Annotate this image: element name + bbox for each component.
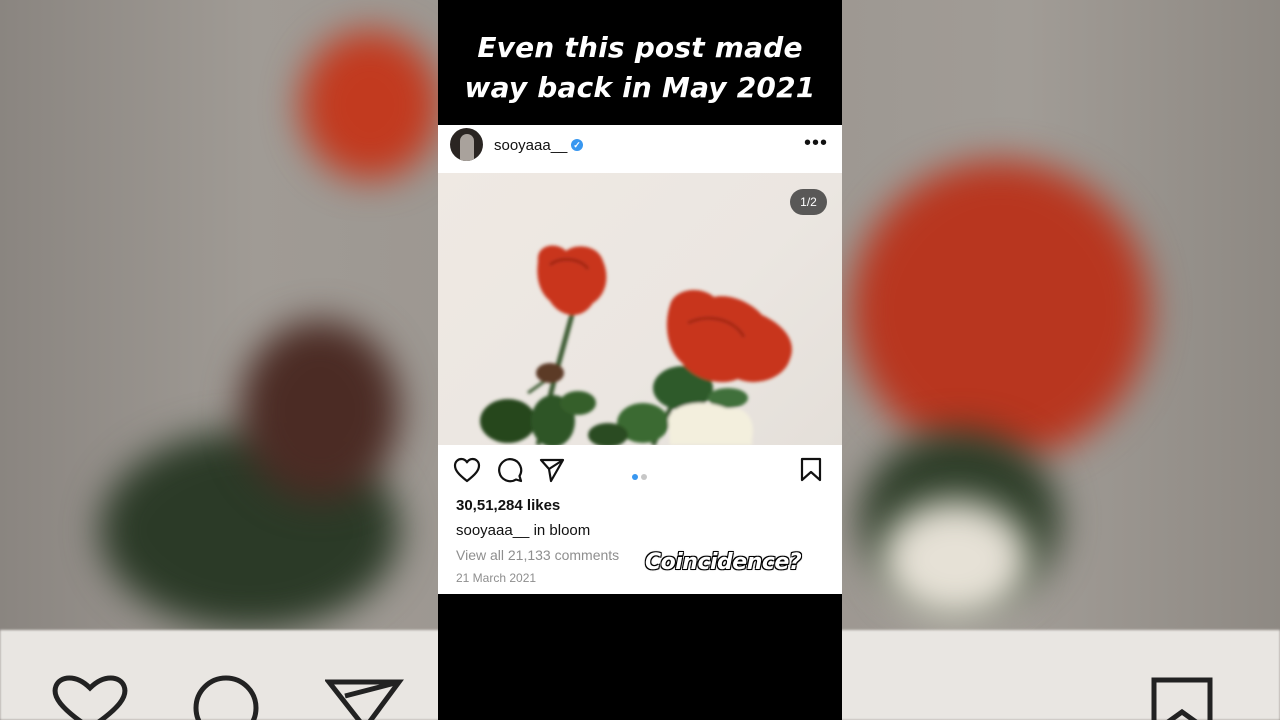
caption-text: in bloom bbox=[529, 522, 591, 539]
blurred-bookmark-icon bbox=[1151, 677, 1213, 720]
blurred-send-icon bbox=[325, 679, 404, 720]
bookmark-icon[interactable] bbox=[799, 457, 823, 483]
instagram-post: sooyaaa__ ✓ ••• 1/2 30,51,284 likes sooy… bbox=[438, 125, 842, 594]
image-counter-badge: 1/2 bbox=[790, 189, 827, 215]
carousel-indicator bbox=[632, 467, 650, 485]
overlay-caption: Coincidence? bbox=[644, 549, 802, 575]
avatar[interactable] bbox=[450, 128, 483, 161]
roses-photo bbox=[480, 245, 792, 445]
view-comments-link[interactable]: View all 21,133 comments bbox=[456, 547, 619, 563]
verified-badge-icon: ✓ bbox=[571, 139, 583, 151]
post-image[interactable]: 1/2 bbox=[438, 173, 842, 445]
blurred-heart-icon bbox=[52, 675, 128, 720]
avatar-figure bbox=[460, 134, 474, 161]
post-actions-bar bbox=[438, 445, 842, 497]
post-header: sooyaaa__ ✓ ••• bbox=[438, 125, 842, 173]
post-date: 21 March 2021 bbox=[456, 571, 537, 585]
heart-icon[interactable] bbox=[453, 457, 481, 483]
video-frame: Even this post made way back in May 2021… bbox=[438, 0, 842, 720]
blurred-comment-icon bbox=[193, 675, 259, 720]
post-caption: sooyaaa__ in bloom bbox=[456, 522, 590, 539]
post-username[interactable]: sooyaaa__ bbox=[494, 137, 567, 154]
headline-line-2: way back in May 2021 bbox=[464, 71, 816, 104]
carousel-dot-active bbox=[632, 474, 638, 480]
headline: Even this post made way back in May 2021 bbox=[438, 28, 842, 108]
comment-icon[interactable] bbox=[497, 457, 523, 483]
carousel-dot bbox=[641, 474, 647, 480]
likes-count[interactable]: 30,51,284 likes bbox=[456, 497, 560, 514]
headline-line-1: Even this post made bbox=[477, 31, 803, 64]
send-icon[interactable] bbox=[539, 457, 565, 483]
caption-username[interactable]: sooyaaa__ bbox=[456, 522, 529, 539]
more-options-icon[interactable]: ••• bbox=[804, 133, 828, 153]
